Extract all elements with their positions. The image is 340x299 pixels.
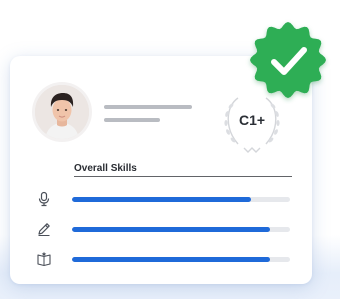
verified-check-icon (238, 4, 338, 104)
name-placeholder-line (104, 105, 192, 109)
avatar (35, 85, 89, 139)
skills-title: Overall Skills (74, 163, 137, 174)
skill-track (72, 197, 290, 202)
skill-row-speaking (30, 190, 292, 208)
book-star-icon (36, 251, 52, 267)
skill-fill (72, 197, 251, 202)
skill-row-writing (30, 220, 292, 238)
microphone-icon (36, 191, 52, 207)
skill-row-reading (30, 250, 292, 268)
skills-divider (74, 176, 292, 177)
pencil-icon (36, 221, 52, 237)
skills-card-illustration: C1+ Overall Skills (0, 0, 340, 299)
skill-track (72, 257, 290, 262)
skill-fill (72, 227, 271, 232)
skill-track (72, 227, 290, 232)
skill-fill (72, 257, 271, 262)
subtitle-placeholder-line (104, 118, 160, 122)
level-label: C1+ (238, 112, 266, 128)
